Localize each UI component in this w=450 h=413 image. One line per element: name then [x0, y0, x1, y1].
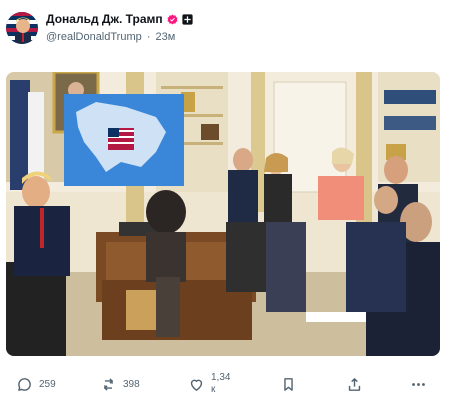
author-name[interactable]: Дональд Дж. Трамп: [46, 12, 163, 26]
post-actions: 259 398 1,34 к: [0, 362, 450, 406]
post-image[interactable]: [6, 72, 440, 356]
reply-count: 259: [39, 378, 56, 390]
handle-row: @realDonaldTrump · 23м: [46, 31, 175, 43]
more-button[interactable]: [410, 362, 427, 406]
heart-icon: [190, 379, 203, 391]
bookmark-button[interactable]: [280, 362, 297, 406]
avatar[interactable]: [6, 12, 38, 44]
bookmark-icon: [284, 377, 293, 391]
more-icon: [412, 382, 425, 386]
share-icon: [348, 377, 361, 391]
repost-count: 398: [123, 378, 140, 390]
share-button[interactable]: [346, 362, 363, 406]
like-count-value: 1,34: [211, 372, 231, 383]
separator: ·: [146, 31, 151, 43]
reply-button[interactable]: 259: [16, 362, 56, 406]
author-handle[interactable]: @realDonaldTrump: [46, 31, 142, 43]
repost-icon: [103, 377, 114, 391]
affiliation-badge-icon[interactable]: [182, 13, 193, 25]
verified-badge-icon: [167, 14, 178, 24]
post-time[interactable]: 23м: [156, 31, 176, 43]
repost-button[interactable]: 398: [100, 362, 140, 406]
like-count: 1,34 к: [211, 372, 230, 396]
author-row: Дональд Дж. Трамп: [46, 12, 193, 26]
like-count-suffix: к: [211, 384, 216, 395]
like-button[interactable]: 1,34 к: [188, 362, 230, 406]
post-header: Дональд Дж. Трамп @realDonaldTrump · 23м: [0, 0, 450, 64]
comment-icon: [18, 377, 31, 391]
